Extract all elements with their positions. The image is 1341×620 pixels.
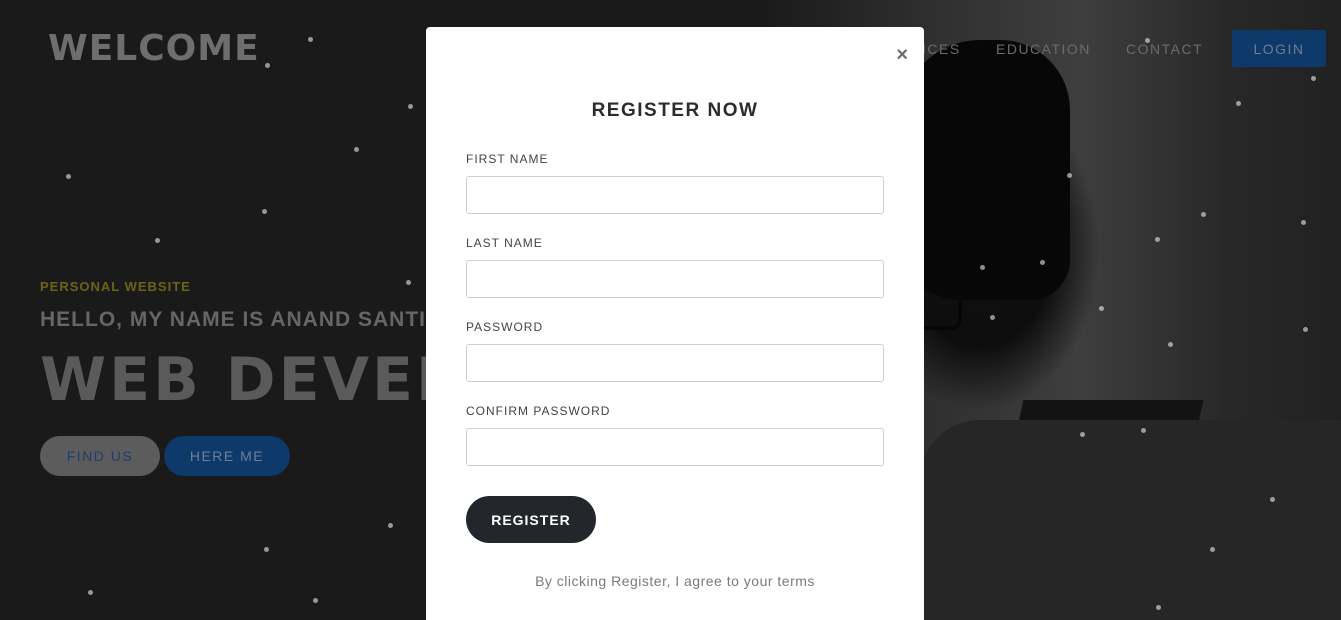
close-icon[interactable]: ×	[896, 45, 908, 65]
particle-dot	[313, 598, 318, 603]
particle-dot	[980, 265, 985, 270]
nav-item-services[interactable]: ICES	[922, 41, 961, 57]
particle-dot	[1067, 173, 1072, 178]
particle-dot	[88, 590, 93, 595]
confirm-password-input[interactable]	[466, 428, 884, 466]
particle-dot	[1303, 327, 1308, 332]
particle-dot	[66, 174, 71, 179]
particle-dot	[1311, 76, 1316, 81]
here-me-button[interactable]: HERE ME	[164, 436, 290, 476]
particle-dot	[1155, 237, 1160, 242]
register-modal: × REGISTER NOW FIRST NAME LAST NAME PASS…	[426, 27, 924, 620]
particle-dot	[1099, 306, 1104, 311]
last-name-label: LAST NAME	[466, 236, 543, 250]
particle-dot	[1201, 212, 1206, 217]
hero-subtitle: PERSONAL WEBSITE	[40, 279, 191, 294]
nav-item-contact[interactable]: CONTACT	[1126, 41, 1203, 57]
login-button[interactable]: LOGIN	[1232, 30, 1326, 67]
first-name-label: FIRST NAME	[466, 152, 549, 166]
particle-dot	[262, 209, 267, 214]
particle-dot	[1040, 260, 1045, 265]
particle-dot	[1168, 342, 1173, 347]
confirm-password-label: CONFIRM PASSWORD	[466, 404, 611, 418]
particle-dot	[155, 238, 160, 243]
particle-dot	[1301, 220, 1306, 225]
nav-item-education[interactable]: EDUCATION	[996, 41, 1091, 57]
particle-dot	[1141, 428, 1146, 433]
particle-dot	[264, 547, 269, 552]
password-label: PASSWORD	[466, 320, 544, 334]
particle-dot	[354, 147, 359, 152]
particle-dot	[1080, 432, 1085, 437]
register-button[interactable]: REGISTER	[466, 496, 596, 543]
particle-dot	[1210, 547, 1215, 552]
last-name-input[interactable]	[466, 260, 884, 298]
first-name-input[interactable]	[466, 176, 884, 214]
particle-dot	[1156, 605, 1161, 610]
find-us-button[interactable]: FIND US	[40, 436, 160, 476]
terms-text: By clicking Register, I agree to your te…	[535, 573, 815, 589]
hero-name-line: HELLO, MY NAME IS ANAND SANTI	[40, 308, 427, 331]
particle-dot	[1236, 101, 1241, 106]
particle-dot	[990, 315, 995, 320]
particle-dot	[406, 280, 411, 285]
particle-dot	[388, 523, 393, 528]
modal-title: REGISTER NOW	[591, 100, 759, 121]
particle-dot	[408, 104, 413, 109]
password-input[interactable]	[466, 344, 884, 382]
particle-dot	[1270, 497, 1275, 502]
